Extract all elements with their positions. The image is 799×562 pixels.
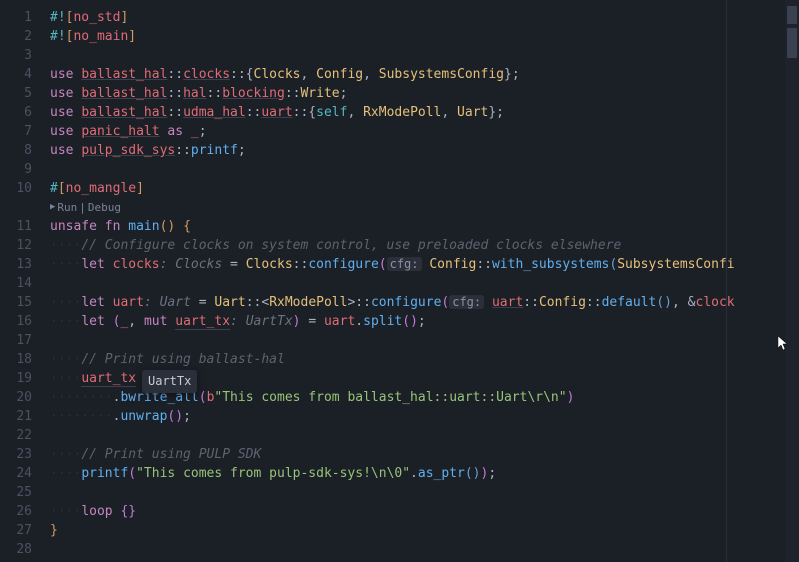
line-number: 26 xyxy=(0,502,46,521)
code-line[interactable]: ········.unwrap(); xyxy=(46,407,799,426)
line-number: 5 xyxy=(0,84,46,103)
code-area[interactable]: #![no_std] #![no_main] use ballast_hal::… xyxy=(46,0,799,562)
code-line[interactable]: unsafe fn main() { xyxy=(46,217,799,236)
line-number: 18 xyxy=(0,350,46,369)
codelens-run[interactable]: Run xyxy=(57,198,77,217)
code-line[interactable]: use pulp_sdk_sys::printf; xyxy=(46,141,799,160)
line-number: 13 xyxy=(0,255,46,274)
minimap-block xyxy=(787,28,797,58)
code-line[interactable]: ····printf("This comes from pulp-sdk-sys… xyxy=(46,464,799,483)
codelens-separator: | xyxy=(79,198,86,217)
line-number-gutter: 1 2 3 4 5 6 7 8 9 10 11 12 13 14 15 16 1… xyxy=(0,0,46,562)
line-number: 14 xyxy=(0,274,46,293)
code-line[interactable] xyxy=(46,540,799,559)
code-line[interactable] xyxy=(46,160,799,179)
line-number: 9 xyxy=(0,160,46,179)
code-line[interactable]: use ballast_hal::hal::blocking::Write; xyxy=(46,84,799,103)
code-line[interactable]: ····// Print using PULP SDK xyxy=(46,445,799,464)
codelens-debug[interactable]: Debug xyxy=(88,198,121,217)
code-line[interactable] xyxy=(46,46,799,65)
line-number: 23 xyxy=(0,445,46,464)
hover-tooltip: UartTx xyxy=(142,370,197,393)
code-line[interactable]: ····// Configure clocks on system contro… xyxy=(46,236,799,255)
line-number: 20 xyxy=(0,388,46,407)
line-number: 7 xyxy=(0,122,46,141)
code-line[interactable]: use panic_halt as _; xyxy=(46,122,799,141)
minimap-block xyxy=(787,6,797,24)
play-icon: ▶ xyxy=(50,198,55,217)
minimap[interactable] xyxy=(785,0,799,562)
line-number: 21 xyxy=(0,407,46,426)
line-number: 3 xyxy=(0,46,46,65)
line-number: 22 xyxy=(0,426,46,445)
line-number xyxy=(0,198,46,217)
line-number: 15 xyxy=(0,293,46,312)
line-number: 11 xyxy=(0,217,46,236)
code-line[interactable] xyxy=(46,274,799,293)
code-line[interactable]: ····uart_txUartTx xyxy=(46,369,799,388)
editor-ruler xyxy=(726,0,727,562)
line-number: 6 xyxy=(0,103,46,122)
code-line[interactable]: ····let (_, mut uart_tx: UartTx) = uart.… xyxy=(46,312,799,331)
line-number: 12 xyxy=(0,236,46,255)
code-line[interactable]: ····let uart: Uart = Uart::<RxModePoll>:… xyxy=(46,293,799,312)
code-line[interactable]: #[no_mangle] xyxy=(46,179,799,198)
code-line[interactable] xyxy=(46,426,799,445)
code-line[interactable]: #![no_std] xyxy=(46,8,799,27)
line-number: 24 xyxy=(0,464,46,483)
line-number: 27 xyxy=(0,521,46,540)
code-line[interactable]: ····loop {} xyxy=(46,502,799,521)
code-line[interactable] xyxy=(46,331,799,350)
line-number: 2 xyxy=(0,27,46,46)
code-line[interactable]: use ballast_hal::clocks::{Clocks, Config… xyxy=(46,65,799,84)
line-number: 19 xyxy=(0,369,46,388)
code-line[interactable]: ····let clocks: Clocks = Clocks::configu… xyxy=(46,255,799,274)
codelens-row: ▶Run|Debug xyxy=(46,198,799,217)
line-number: 10 xyxy=(0,179,46,198)
line-number: 1 xyxy=(0,8,46,27)
code-line[interactable]: #![no_main] xyxy=(46,27,799,46)
line-number: 25 xyxy=(0,483,46,502)
line-number: 8 xyxy=(0,141,46,160)
code-editor[interactable]: 1 2 3 4 5 6 7 8 9 10 11 12 13 14 15 16 1… xyxy=(0,0,799,562)
code-line[interactable] xyxy=(46,483,799,502)
code-line[interactable]: use ballast_hal::udma_hal::uart::{self, … xyxy=(46,103,799,122)
line-number: 16 xyxy=(0,312,46,331)
line-number: 4 xyxy=(0,65,46,84)
line-number: 28 xyxy=(0,540,46,559)
code-line[interactable]: ····// Print using ballast-hal xyxy=(46,350,799,369)
line-number: 17 xyxy=(0,331,46,350)
code-line[interactable]: } xyxy=(46,521,799,540)
